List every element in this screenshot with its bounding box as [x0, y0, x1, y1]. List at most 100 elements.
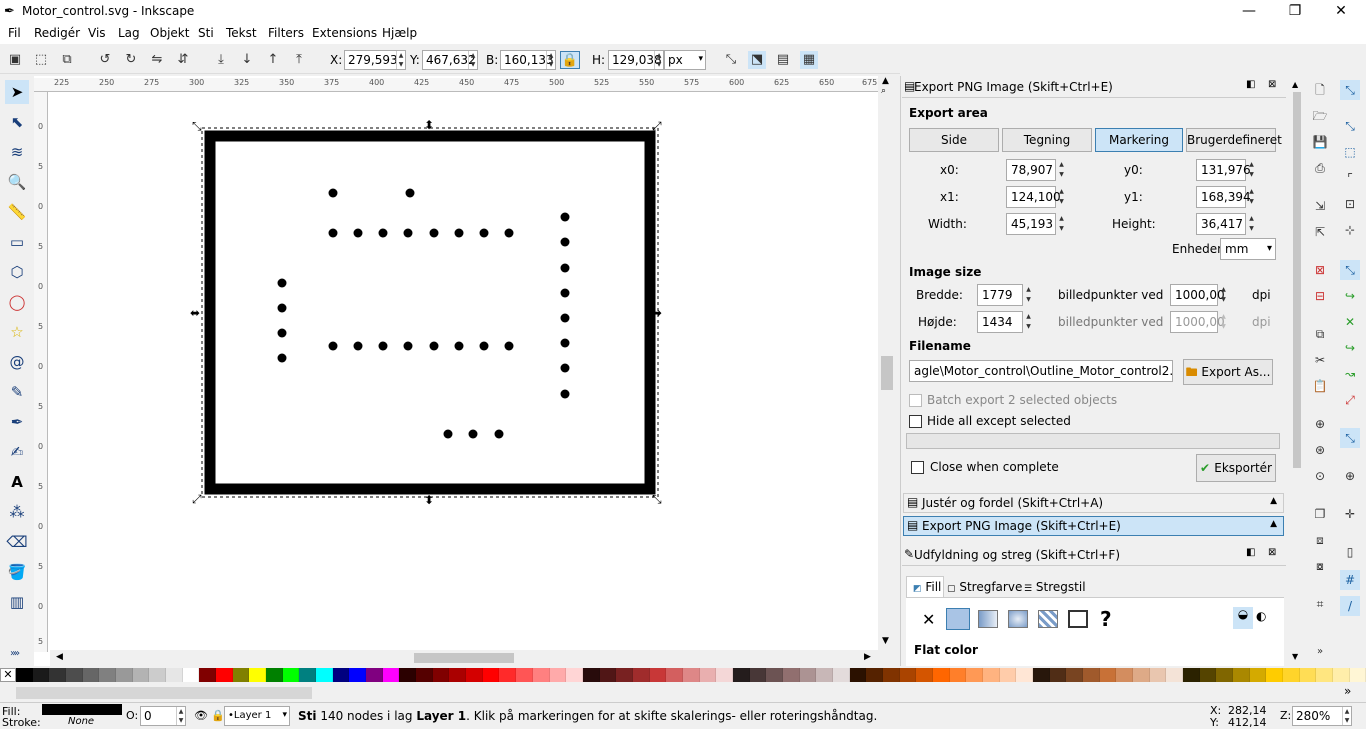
- color-swatch[interactable]: [199, 668, 217, 682]
- duplicate-icon[interactable]: ❐: [1310, 504, 1330, 524]
- snap-bbox-edge-icon[interactable]: ⬚: [1340, 142, 1360, 162]
- close-when-complete-checkbox[interactable]: [911, 461, 924, 474]
- color-swatch[interactable]: [832, 668, 850, 682]
- spin-arrows-icon[interactable]: ▲ ▼: [1056, 160, 1067, 180]
- color-swatch[interactable]: [1016, 668, 1033, 682]
- zoom-magnifier-icon[interactable]: ⌕: [881, 86, 886, 96]
- maximize-button[interactable]: ❐: [1272, 0, 1318, 24]
- color-swatch[interactable]: [66, 668, 83, 682]
- swatch-icon[interactable]: [1068, 610, 1088, 628]
- color-swatch[interactable]: [1066, 668, 1083, 682]
- stroke-indicator[interactable]: None: [68, 716, 94, 727]
- x1-input[interactable]: 124,100 ▲ ▼: [1006, 186, 1064, 208]
- color-swatch[interactable]: [766, 668, 783, 682]
- color-swatch[interactable]: [616, 668, 633, 682]
- area-selection-button[interactable]: Markering: [1095, 128, 1183, 152]
- spin-arrows-icon[interactable]: ▲ ▼: [1218, 285, 1229, 305]
- color-swatch[interactable]: [1199, 668, 1217, 682]
- color-swatch[interactable]: [566, 668, 583, 682]
- undo-icon[interactable]: ⊠: [1310, 260, 1330, 280]
- color-swatch[interactable]: [866, 668, 883, 682]
- color-swatch[interactable]: [82, 668, 100, 682]
- spin-arrows-icon[interactable]: ▲ ▼: [1246, 187, 1257, 207]
- horizontal-scroll-thumb[interactable]: [414, 653, 514, 663]
- color-swatch[interactable]: [182, 668, 200, 682]
- color-swatch[interactable]: [149, 668, 167, 682]
- color-swatch[interactable]: [582, 668, 600, 682]
- vertical-scroll-thumb[interactable]: [881, 356, 893, 390]
- color-swatch[interactable]: [466, 668, 483, 682]
- color-swatch[interactable]: [649, 668, 667, 682]
- color-swatch[interactable]: [932, 668, 950, 682]
- snap-path-icon[interactable]: ↪: [1340, 286, 1360, 306]
- color-swatch[interactable]: [349, 668, 367, 682]
- outline-rect[interactable]: [204, 130, 656, 495]
- color-swatch[interactable]: [682, 668, 700, 682]
- spin-arrows-icon[interactable]: ▲ ▼: [1246, 214, 1257, 234]
- zoom-selection-icon[interactable]: ⊕: [1310, 414, 1330, 434]
- palette-menu-icon[interactable]: »: [1344, 684, 1351, 698]
- color-swatch[interactable]: [482, 668, 500, 682]
- copy-icon[interactable]: ⧉: [1310, 324, 1330, 344]
- hide-all-checkbox[interactable]: [909, 415, 922, 428]
- color-swatch[interactable]: [966, 668, 983, 682]
- color-swatch[interactable]: [116, 668, 133, 682]
- snap-center-icon[interactable]: ⊕: [1340, 466, 1360, 486]
- radial-gradient-icon[interactable]: [1008, 610, 1028, 628]
- export-dock-tab[interactable]: ▤ Export PNG Image (Skift+Ctrl+E) ▲: [903, 516, 1284, 536]
- color-swatch[interactable]: [1166, 668, 1184, 682]
- dock-scrollbar[interactable]: ▲ ▼: [1290, 76, 1304, 664]
- color-swatch[interactable]: [716, 668, 733, 682]
- horizontal-scrollbar[interactable]: ◀ ▶: [50, 650, 878, 666]
- scroll-left-icon[interactable]: ◀: [56, 652, 63, 662]
- y1-input[interactable]: 168,394 ▲ ▼: [1196, 186, 1254, 208]
- color-swatch[interactable]: [782, 668, 800, 682]
- more-commands-icon[interactable]: »: [1310, 642, 1330, 662]
- area-drawing-button[interactable]: Tegning: [1002, 128, 1092, 152]
- hojde-input[interactable]: 1434 ▲ ▼: [977, 311, 1031, 333]
- color-swatch[interactable]: [366, 668, 383, 682]
- toolbox-more-icon[interactable]: »: [10, 648, 16, 659]
- export-button[interactable]: ✔ Eksportér: [1196, 454, 1276, 482]
- group-icon[interactable]: ⌗: [1310, 594, 1330, 614]
- no-color-swatch[interactable]: ✕: [0, 668, 16, 682]
- close-button[interactable]: ✕: [1318, 0, 1364, 24]
- snap-nodes-icon[interactable]: ⤡: [1340, 260, 1360, 280]
- collapse-panel-icon[interactable]: ◧: [1246, 79, 1255, 90]
- snap-midpoint-icon[interactable]: ⤢: [1340, 390, 1360, 410]
- color-swatch[interactable]: [1316, 668, 1334, 682]
- fill-rule-nonzero-icon[interactable]: ◐: [1256, 609, 1266, 623]
- scroll-right-icon[interactable]: ▶: [864, 652, 871, 662]
- scroll-up-icon[interactable]: ▲: [882, 76, 889, 86]
- color-swatch[interactable]: [1099, 668, 1117, 682]
- export-doc-icon[interactable]: ⇱: [1310, 222, 1330, 242]
- zoom-drawing-icon[interactable]: ⊛: [1310, 440, 1330, 460]
- color-swatch[interactable]: [916, 668, 933, 682]
- color-swatch[interactable]: [1149, 668, 1167, 682]
- snap-bbox-icon[interactable]: ⤡: [1340, 116, 1360, 136]
- x0-input[interactable]: 78,907 ▲ ▼: [1006, 159, 1064, 181]
- paste-icon[interactable]: 📋: [1310, 376, 1330, 396]
- snap-others-icon[interactable]: ⤡: [1340, 428, 1360, 448]
- layer-lock-icon[interactable]: 🔒: [211, 709, 225, 722]
- dock-scroll-thumb[interactable]: [1293, 92, 1301, 468]
- clone-icon[interactable]: ⧈: [1310, 530, 1330, 550]
- snap-guide-icon[interactable]: /: [1340, 596, 1360, 616]
- color-swatch[interactable]: [449, 668, 467, 682]
- color-swatch[interactable]: [1133, 668, 1150, 682]
- color-swatch[interactable]: [249, 668, 267, 682]
- bredde-input[interactable]: 1779 ▲ ▼: [977, 284, 1031, 306]
- width-input[interactable]: 45,193 ▲ ▼: [1006, 213, 1064, 235]
- color-swatch[interactable]: [816, 668, 833, 682]
- close-panel-icon[interactable]: ⊠: [1268, 79, 1276, 90]
- snap-cusp-icon[interactable]: ↪: [1340, 338, 1360, 358]
- scroll-up-icon[interactable]: ▲: [1292, 80, 1298, 89]
- color-swatch[interactable]: [1266, 668, 1284, 682]
- unlink-clone-icon[interactable]: ⧇: [1310, 556, 1330, 576]
- color-swatch[interactable]: [882, 668, 900, 682]
- color-swatch[interactable]: [416, 668, 433, 682]
- spin-arrows-icon[interactable]: ▲ ▼: [1056, 187, 1067, 207]
- color-swatch[interactable]: [982, 668, 1000, 682]
- scroll-down-icon[interactable]: ▼: [882, 636, 889, 646]
- new-document-icon[interactable]: 🗋: [1310, 80, 1330, 100]
